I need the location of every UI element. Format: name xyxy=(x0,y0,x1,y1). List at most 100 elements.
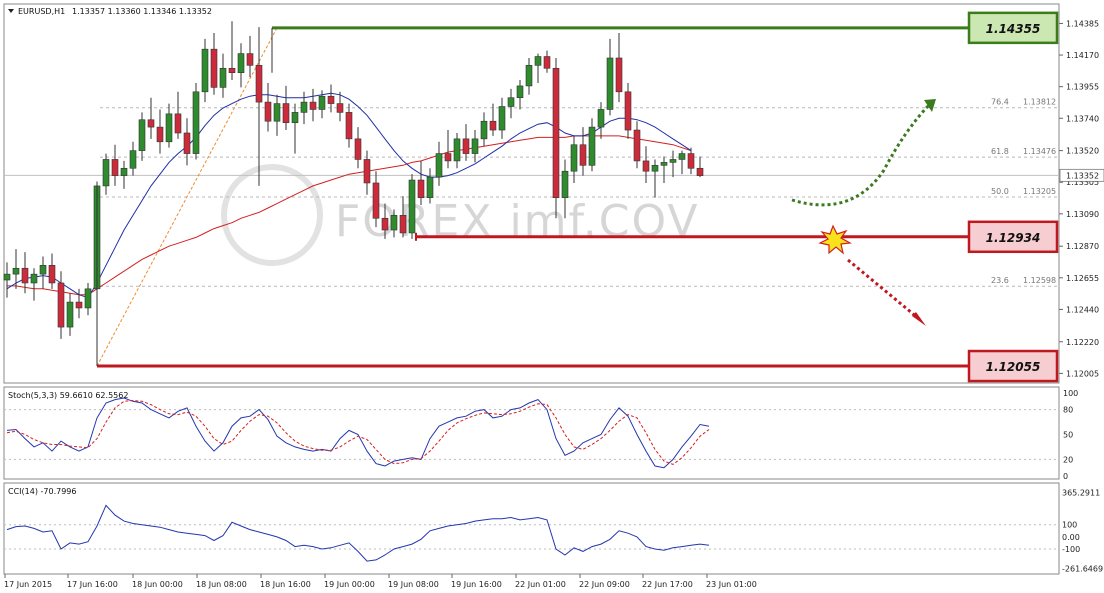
candle-body xyxy=(237,53,245,73)
candle xyxy=(408,174,416,239)
candle-body xyxy=(345,112,353,140)
main-panel xyxy=(3,3,1060,384)
candle-body xyxy=(147,119,155,128)
fib-label: 76.4 xyxy=(991,98,1009,107)
candle-body xyxy=(624,91,632,131)
cci-tick-label: 365.2911 xyxy=(1062,489,1100,498)
x-tick-label: 22 Jun 01:00 xyxy=(515,580,566,589)
fib-value: 1.13812 xyxy=(1023,98,1056,107)
stoch-tick-label: 80 xyxy=(1063,406,1073,415)
candle-body xyxy=(363,159,371,184)
candle-body xyxy=(300,101,308,113)
candle-body xyxy=(678,153,686,160)
candle-body xyxy=(318,95,326,110)
candle-body xyxy=(336,103,344,113)
candle-body xyxy=(273,103,281,122)
candle-body xyxy=(111,159,119,176)
candle-body xyxy=(174,113,182,134)
candle-body xyxy=(354,138,362,160)
x-tick-label: 18 Jun 08:00 xyxy=(196,580,247,589)
y-tick-label: 1.14170 xyxy=(1066,51,1099,60)
y-tick-label: 1.14385 xyxy=(1066,19,1099,28)
candle-body xyxy=(372,182,380,219)
candle-body xyxy=(210,48,218,88)
y-tick-label: 1.12220 xyxy=(1066,338,1099,347)
x-tick-label: 17 Jun 16:00 xyxy=(67,580,118,589)
candle-body xyxy=(606,57,614,110)
ohlc-readout: 1.13357 1.13360 1.13346 1.13352 xyxy=(72,7,212,16)
fib-value: 1.13205 xyxy=(1023,187,1056,196)
candle-body xyxy=(525,65,533,87)
candle-body xyxy=(435,153,443,178)
candle-body xyxy=(129,150,137,169)
x-tick-label: 19 Jun 08:00 xyxy=(388,580,439,589)
fib-label: 50.0 xyxy=(991,187,1009,196)
candle-body xyxy=(444,153,452,162)
y-tick-label: 1.13520 xyxy=(1066,147,1099,156)
stoch-tick-label: 50 xyxy=(1063,431,1073,440)
candle-body xyxy=(426,176,434,198)
candle-body xyxy=(183,132,191,154)
candle-body xyxy=(138,119,146,151)
candle-body xyxy=(453,138,461,162)
candle-body xyxy=(309,101,317,110)
candle-body xyxy=(246,53,254,66)
cci-tick-label: 0.00 xyxy=(1062,533,1080,542)
candle-body xyxy=(615,57,623,93)
fib-value: 1.12598 xyxy=(1023,276,1056,285)
candle-body xyxy=(165,113,173,143)
candle-body xyxy=(561,170,569,198)
fib-label: 23.6 xyxy=(991,276,1009,285)
x-tick-label: 19 Jun 16:00 xyxy=(451,580,502,589)
watermark-text: FOREX imf.COV xyxy=(335,196,700,247)
candle-body xyxy=(471,138,479,154)
candle-body xyxy=(588,126,596,166)
y-tick-label: 1.12655 xyxy=(1066,274,1099,283)
candle-body xyxy=(291,112,299,123)
candle-body xyxy=(390,215,398,231)
x-tick-label: 23 Jun 01:00 xyxy=(706,580,757,589)
support-low-label: 1.12055 xyxy=(986,360,1041,374)
cci-tick-label: 100 xyxy=(1062,521,1077,530)
candle-body xyxy=(669,159,677,163)
candle-body xyxy=(102,159,110,187)
x-tick-label: 22 Jun 17:00 xyxy=(642,580,693,589)
x-tick-label: 18 Jun 00:00 xyxy=(132,580,183,589)
candle-body xyxy=(75,301,83,309)
candle-body xyxy=(30,273,38,284)
candle-body xyxy=(84,288,92,309)
x-tick-label: 22 Jun 09:00 xyxy=(579,580,630,589)
candle-body xyxy=(12,267,20,275)
stoch-tick-label: 100 xyxy=(1063,389,1078,398)
candle-body xyxy=(597,109,605,128)
symbol-title: EURUSD,H1 xyxy=(18,7,65,16)
candle-body xyxy=(687,153,695,169)
candle-body xyxy=(417,179,425,198)
x-tick-label: 18 Jun 16:00 xyxy=(260,580,311,589)
candle-body xyxy=(480,120,488,140)
candle xyxy=(552,57,560,219)
y-tick-label: 1.13090 xyxy=(1066,210,1099,219)
candle-body xyxy=(57,282,65,328)
y-tick-label: 1.13740 xyxy=(1066,114,1099,123)
resistance-label: 1.14355 xyxy=(986,22,1041,36)
forex-chart: FOREX imf.COV 76.4 1.13812 61.8 1.13476 50.0… xyxy=(3,3,1104,589)
candle-body xyxy=(462,138,470,154)
stoch-tick-label: 0 xyxy=(1063,472,1068,481)
candle-body xyxy=(534,56,542,66)
candle-body xyxy=(156,126,164,143)
cci-title: CCI(14) -70.7996 xyxy=(8,487,76,496)
candle-body xyxy=(696,167,704,176)
candle xyxy=(192,82,200,160)
candle-body xyxy=(264,101,272,122)
price-tag: 1.13352 xyxy=(1066,171,1099,180)
x-tick-label: 19 Jun 00:00 xyxy=(324,580,375,589)
cci-tick-label: -100 xyxy=(1062,545,1080,554)
candle-body xyxy=(399,215,407,234)
support-mid-label: 1.12934 xyxy=(986,231,1041,245)
y-tick-label: 1.12440 xyxy=(1066,305,1099,314)
candle-body xyxy=(633,129,641,162)
candle-body xyxy=(228,67,236,73)
candle-body xyxy=(381,217,389,231)
candle-body xyxy=(282,103,290,123)
